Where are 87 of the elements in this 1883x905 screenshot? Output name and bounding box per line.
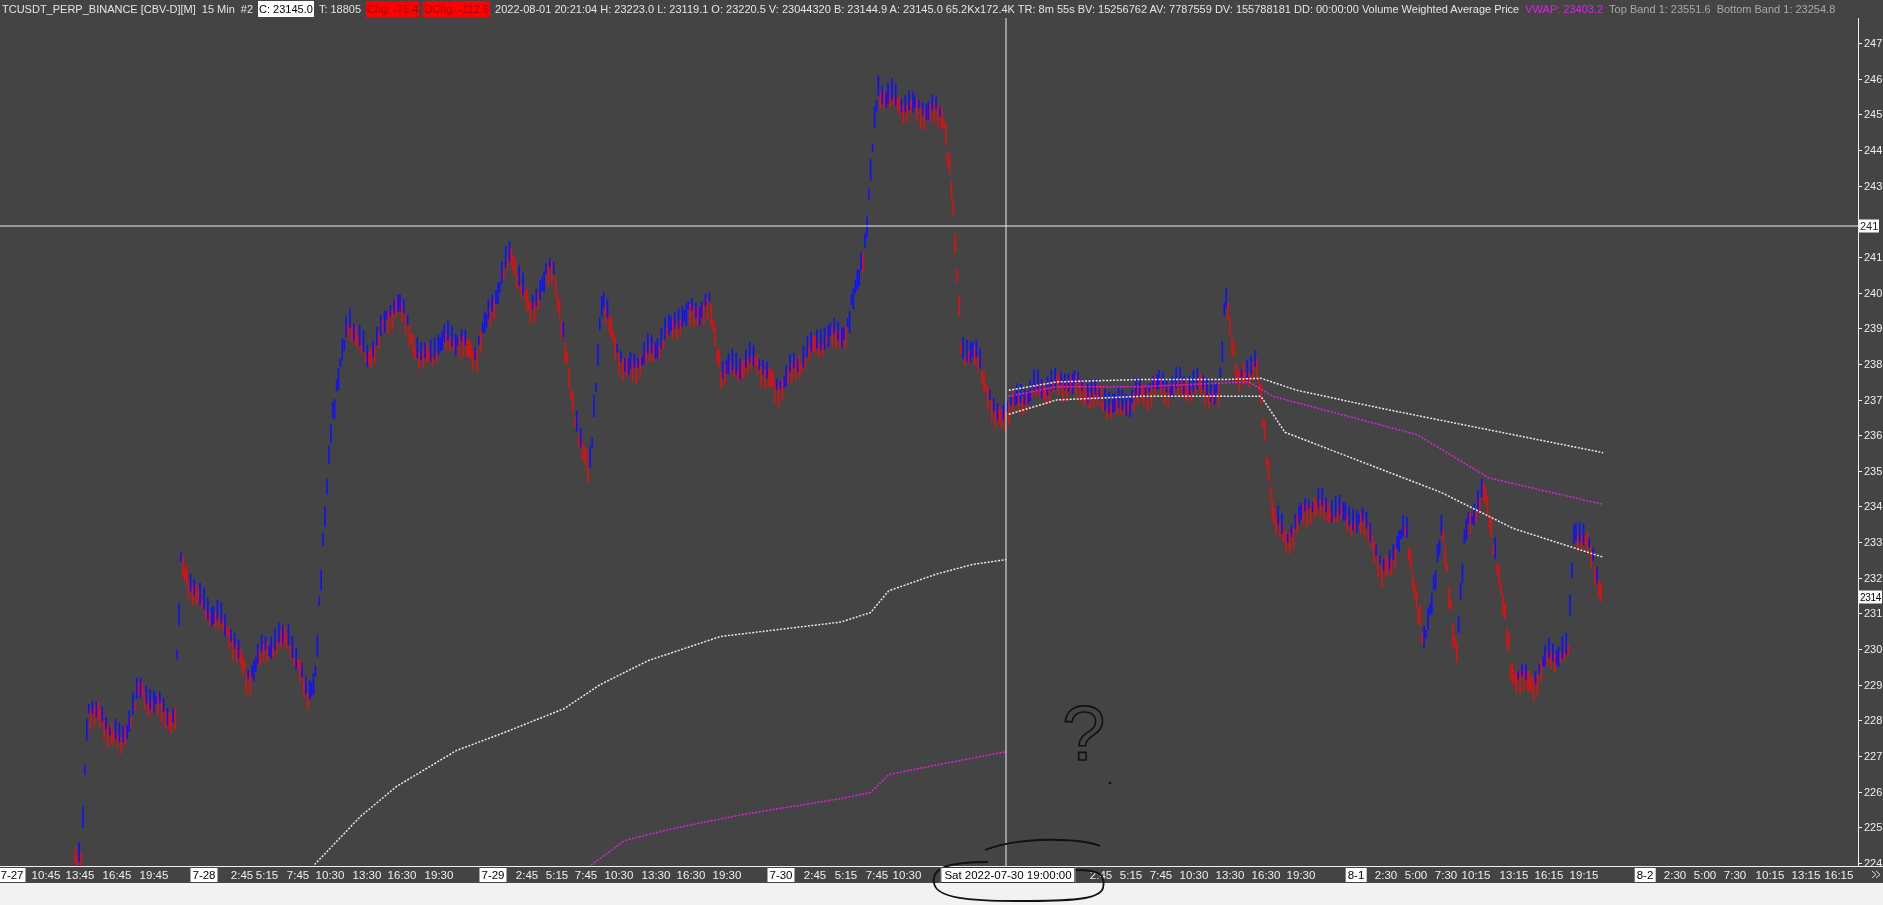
time-label: 10:30	[315, 868, 345, 882]
time-label: 7:30	[1723, 868, 1747, 882]
quote-field: Bottom Band 1: 23254.8	[1715, 1, 1837, 17]
price-tick-label: 226	[1864, 785, 1883, 799]
price-tick-label: 245	[1864, 107, 1883, 121]
time-label: 5:15	[1119, 868, 1143, 882]
crosshair-time-label: Sat 2022-07-30 19:00:00	[940, 867, 1076, 883]
time-label: 10:45	[31, 868, 61, 882]
time-label: 19:30	[1286, 868, 1316, 882]
time-label: 7:45	[286, 868, 310, 882]
quote-field: Chg: -75.4	[366, 1, 420, 17]
price-tick-label: 238	[1864, 357, 1883, 371]
price-tick-label: 233	[1864, 535, 1883, 549]
time-label: 16:30	[1251, 868, 1281, 882]
time-label: 2:30	[1663, 868, 1687, 882]
time-label: 19:15	[1569, 868, 1599, 882]
time-label: 5:00	[1404, 868, 1428, 882]
price-tick-label: 234	[1864, 499, 1883, 513]
time-label: 7:30	[1434, 868, 1458, 882]
crosshair-price-label: 241	[1859, 219, 1880, 233]
time-label: 13:30	[641, 868, 671, 882]
time-label: 10:15	[1755, 868, 1785, 882]
time-label: 16:15	[1824, 868, 1854, 882]
quote-field: TCUSDT_PERP_BINANCE [CBV-D][M]	[1, 1, 197, 17]
time-label: 7:45	[574, 868, 598, 882]
price-tick-label: 247	[1864, 36, 1883, 50]
time-label: 19:45	[139, 868, 169, 882]
price-tick-label: 231	[1864, 606, 1883, 620]
time-label: 2:30	[1374, 868, 1398, 882]
price-tick-label: 239	[1864, 321, 1883, 335]
time-label: 13:30	[1215, 868, 1245, 882]
quote-field: 15 Min	[200, 1, 236, 17]
price-tick-label: 230	[1864, 642, 1883, 656]
time-label: 2:45	[515, 868, 539, 882]
price-tick-label: 236	[1864, 428, 1883, 442]
date-label: 7-28	[190, 868, 218, 882]
quote-field: C: 23145.0	[258, 1, 314, 17]
time-label: 5:15	[834, 868, 858, 882]
quote-field: Top Band 1: 23551.6	[1608, 1, 1712, 17]
time-label: 19:30	[424, 868, 454, 882]
price-tick-label: 244	[1864, 143, 1883, 157]
date-label: 7-27	[0, 868, 26, 882]
price-tick-label: 240	[1864, 286, 1883, 300]
date-label: 8-2	[1634, 868, 1656, 882]
date-label: 7-30	[767, 868, 795, 882]
date-label: 8-1	[1345, 868, 1367, 882]
time-label: 5:15	[545, 868, 569, 882]
scroll-right-icon[interactable]	[1871, 870, 1881, 879]
date-label: 7-29	[479, 868, 507, 882]
time-label: 13:15	[1499, 868, 1529, 882]
price-tick-label: 246	[1864, 72, 1883, 86]
time-label: 2:45	[230, 868, 254, 882]
time-label: 16:30	[387, 868, 417, 882]
time-label: 10:15	[1461, 868, 1491, 882]
price-tick-label: 228	[1864, 713, 1883, 727]
time-label: 13:45	[65, 868, 95, 882]
time-label: 10:30	[604, 868, 634, 882]
price-tick-label: 225	[1864, 820, 1883, 834]
price-tick-label: 224	[1864, 856, 1883, 866]
price-tick-label: 227	[1864, 749, 1883, 763]
price-tick-label: 232	[1864, 571, 1883, 585]
price-tick-label: 229	[1864, 678, 1883, 692]
quote-field: #2	[239, 1, 255, 17]
time-label: 2:45	[803, 868, 827, 882]
time-label: 10:30	[1179, 868, 1209, 882]
ink-dot	[1108, 781, 1112, 785]
time-label: 7:45	[865, 868, 889, 882]
time-label: 16:45	[102, 868, 132, 882]
time-label: 13:30	[352, 868, 382, 882]
time-label: 5:15	[255, 868, 279, 882]
price-tick-label: 237	[1864, 393, 1883, 406]
time-label: 5:00	[1693, 868, 1717, 882]
time-label: 7:45	[1149, 868, 1173, 882]
time-label: 19:30	[712, 868, 742, 882]
quote-field: 2022-08-01 20:21:04 H: 23223.0 L: 23119.1 O: 23220.5 V: 23044320 B: 23144.9 A: 23145.0 65.2Kx172.4K TR: 8m 55s BV: 15256762 AV: 7787559 DV: 155788181 DD: 00:00:00 Volume Weighted Average Price	[494, 1, 1521, 17]
quote-field: T: 18805	[317, 1, 363, 17]
price-tick-label: 235	[1864, 464, 1883, 478]
price-tick-label: 243	[1864, 179, 1883, 193]
handwritten-question-mark: ?	[1062, 689, 1106, 777]
quote-field: DChg: -112.6	[423, 1, 491, 17]
time-label: 13:15	[1791, 868, 1821, 882]
last-price-label: 2314	[1859, 590, 1883, 604]
time-label: 16:30	[676, 868, 706, 882]
price-tick-label: 241	[1864, 250, 1883, 264]
quote-field: VWAP: 23403.2	[1524, 1, 1605, 17]
time-label: 16:15	[1534, 868, 1564, 882]
time-label: 10:30	[892, 868, 922, 882]
